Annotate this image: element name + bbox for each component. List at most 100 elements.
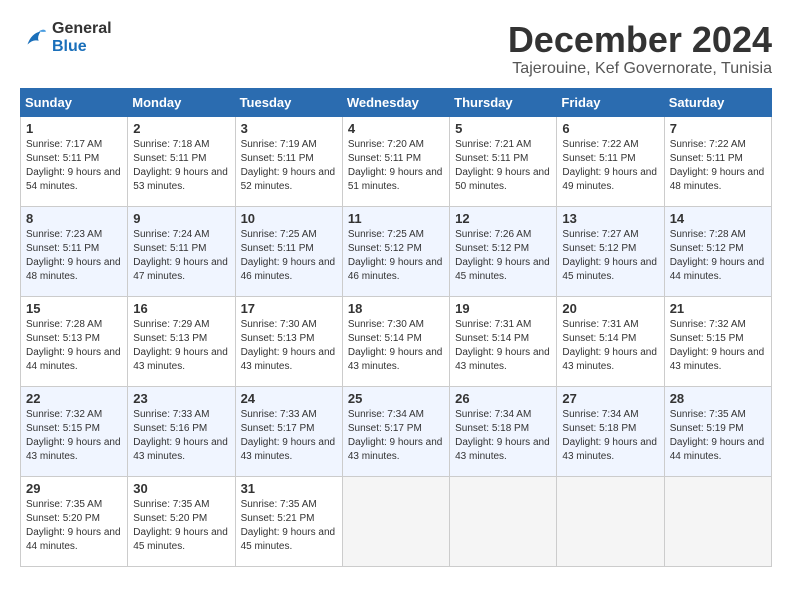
calendar-weekday-header: Thursday — [450, 88, 557, 116]
day-number: 13 — [562, 211, 658, 226]
day-info: Sunrise: 7:18 AM Sunset: 5:11 PM Dayligh… — [133, 138, 229, 194]
day-info: Sunrise: 7:34 AM Sunset: 5:17 PM Dayligh… — [348, 408, 444, 464]
day-number: 21 — [670, 301, 766, 316]
calendar-day-cell: 10 Sunrise: 7:25 AM Sunset: 5:11 PM Dayl… — [235, 206, 342, 296]
calendar-day-cell: 23 Sunrise: 7:33 AM Sunset: 5:16 PM Dayl… — [128, 386, 235, 476]
page-header: General Blue December 2024 Tajerouine, K… — [20, 20, 772, 78]
day-info: Sunrise: 7:17 AM Sunset: 5:11 PM Dayligh… — [26, 138, 122, 194]
calendar-day-cell: 17 Sunrise: 7:30 AM Sunset: 5:13 PM Dayl… — [235, 296, 342, 386]
month-title: December 2024 — [508, 20, 772, 60]
logo: General Blue — [20, 20, 112, 55]
calendar-day-cell: 16 Sunrise: 7:29 AM Sunset: 5:13 PM Dayl… — [128, 296, 235, 386]
day-info: Sunrise: 7:31 AM Sunset: 5:14 PM Dayligh… — [562, 318, 658, 374]
day-info: Sunrise: 7:25 AM Sunset: 5:12 PM Dayligh… — [348, 228, 444, 284]
calendar-day-cell: 27 Sunrise: 7:34 AM Sunset: 5:18 PM Dayl… — [557, 386, 664, 476]
calendar-day-cell: 21 Sunrise: 7:32 AM Sunset: 5:15 PM Dayl… — [664, 296, 771, 386]
day-info: Sunrise: 7:28 AM Sunset: 5:12 PM Dayligh… — [670, 228, 766, 284]
calendar-weekday-header: Monday — [128, 88, 235, 116]
day-number: 19 — [455, 301, 551, 316]
calendar-week-row: 15 Sunrise: 7:28 AM Sunset: 5:13 PM Dayl… — [21, 296, 772, 386]
day-number: 20 — [562, 301, 658, 316]
calendar-day-cell — [664, 476, 771, 566]
day-info: Sunrise: 7:35 AM Sunset: 5:19 PM Dayligh… — [670, 408, 766, 464]
day-number: 31 — [241, 481, 337, 496]
day-number: 14 — [670, 211, 766, 226]
day-number: 25 — [348, 391, 444, 406]
calendar-day-cell: 4 Sunrise: 7:20 AM Sunset: 5:11 PM Dayli… — [342, 116, 449, 206]
day-info: Sunrise: 7:33 AM Sunset: 5:16 PM Dayligh… — [133, 408, 229, 464]
calendar-day-cell: 28 Sunrise: 7:35 AM Sunset: 5:19 PM Dayl… — [664, 386, 771, 476]
day-number: 18 — [348, 301, 444, 316]
calendar-day-cell: 9 Sunrise: 7:24 AM Sunset: 5:11 PM Dayli… — [128, 206, 235, 296]
calendar-day-cell: 25 Sunrise: 7:34 AM Sunset: 5:17 PM Dayl… — [342, 386, 449, 476]
day-info: Sunrise: 7:34 AM Sunset: 5:18 PM Dayligh… — [562, 408, 658, 464]
calendar-day-cell: 15 Sunrise: 7:28 AM Sunset: 5:13 PM Dayl… — [21, 296, 128, 386]
location-subtitle: Tajerouine, Kef Governorate, Tunisia — [508, 60, 772, 78]
calendar-day-cell: 30 Sunrise: 7:35 AM Sunset: 5:20 PM Dayl… — [128, 476, 235, 566]
calendar-day-cell: 14 Sunrise: 7:28 AM Sunset: 5:12 PM Dayl… — [664, 206, 771, 296]
day-number: 6 — [562, 121, 658, 136]
day-number: 12 — [455, 211, 551, 226]
logo-blue: Blue — [52, 38, 112, 56]
calendar-weekday-header: Saturday — [664, 88, 771, 116]
calendar-week-row: 29 Sunrise: 7:35 AM Sunset: 5:20 PM Dayl… — [21, 476, 772, 566]
day-info: Sunrise: 7:23 AM Sunset: 5:11 PM Dayligh… — [26, 228, 122, 284]
day-info: Sunrise: 7:27 AM Sunset: 5:12 PM Dayligh… — [562, 228, 658, 284]
calendar-day-cell: 20 Sunrise: 7:31 AM Sunset: 5:14 PM Dayl… — [557, 296, 664, 386]
day-info: Sunrise: 7:19 AM Sunset: 5:11 PM Dayligh… — [241, 138, 337, 194]
calendar-day-cell: 2 Sunrise: 7:18 AM Sunset: 5:11 PM Dayli… — [128, 116, 235, 206]
calendar-day-cell — [342, 476, 449, 566]
calendar-day-cell — [450, 476, 557, 566]
day-info: Sunrise: 7:30 AM Sunset: 5:13 PM Dayligh… — [241, 318, 337, 374]
day-number: 8 — [26, 211, 122, 226]
calendar-weekday-header: Wednesday — [342, 88, 449, 116]
calendar-day-cell: 18 Sunrise: 7:30 AM Sunset: 5:14 PM Dayl… — [342, 296, 449, 386]
day-info: Sunrise: 7:32 AM Sunset: 5:15 PM Dayligh… — [670, 318, 766, 374]
calendar-day-cell: 31 Sunrise: 7:35 AM Sunset: 5:21 PM Dayl… — [235, 476, 342, 566]
calendar-table: SundayMondayTuesdayWednesdayThursdayFrid… — [20, 88, 772, 567]
day-number: 30 — [133, 481, 229, 496]
calendar-day-cell: 29 Sunrise: 7:35 AM Sunset: 5:20 PM Dayl… — [21, 476, 128, 566]
calendar-day-cell: 8 Sunrise: 7:23 AM Sunset: 5:11 PM Dayli… — [21, 206, 128, 296]
day-info: Sunrise: 7:22 AM Sunset: 5:11 PM Dayligh… — [670, 138, 766, 194]
day-number: 29 — [26, 481, 122, 496]
calendar-day-cell: 26 Sunrise: 7:34 AM Sunset: 5:18 PM Dayl… — [450, 386, 557, 476]
day-info: Sunrise: 7:25 AM Sunset: 5:11 PM Dayligh… — [241, 228, 337, 284]
day-info: Sunrise: 7:35 AM Sunset: 5:20 PM Dayligh… — [26, 498, 122, 554]
day-number: 28 — [670, 391, 766, 406]
day-number: 22 — [26, 391, 122, 406]
title-area: December 2024 Tajerouine, Kef Governorat… — [508, 20, 772, 78]
calendar-day-cell: 7 Sunrise: 7:22 AM Sunset: 5:11 PM Dayli… — [664, 116, 771, 206]
day-info: Sunrise: 7:35 AM Sunset: 5:20 PM Dayligh… — [133, 498, 229, 554]
day-info: Sunrise: 7:20 AM Sunset: 5:11 PM Dayligh… — [348, 138, 444, 194]
day-info: Sunrise: 7:28 AM Sunset: 5:13 PM Dayligh… — [26, 318, 122, 374]
day-info: Sunrise: 7:34 AM Sunset: 5:18 PM Dayligh… — [455, 408, 551, 464]
calendar-day-cell: 11 Sunrise: 7:25 AM Sunset: 5:12 PM Dayl… — [342, 206, 449, 296]
logo-bird-icon — [20, 24, 48, 52]
calendar-day-cell: 13 Sunrise: 7:27 AM Sunset: 5:12 PM Dayl… — [557, 206, 664, 296]
day-number: 9 — [133, 211, 229, 226]
day-number: 1 — [26, 121, 122, 136]
logo-general: General — [52, 20, 112, 38]
calendar-day-cell: 22 Sunrise: 7:32 AM Sunset: 5:15 PM Dayl… — [21, 386, 128, 476]
day-info: Sunrise: 7:35 AM Sunset: 5:21 PM Dayligh… — [241, 498, 337, 554]
day-number: 23 — [133, 391, 229, 406]
day-number: 16 — [133, 301, 229, 316]
calendar-week-row: 1 Sunrise: 7:17 AM Sunset: 5:11 PM Dayli… — [21, 116, 772, 206]
calendar-day-cell: 19 Sunrise: 7:31 AM Sunset: 5:14 PM Dayl… — [450, 296, 557, 386]
day-info: Sunrise: 7:22 AM Sunset: 5:11 PM Dayligh… — [562, 138, 658, 194]
day-number: 10 — [241, 211, 337, 226]
day-info: Sunrise: 7:24 AM Sunset: 5:11 PM Dayligh… — [133, 228, 229, 284]
calendar-week-row: 22 Sunrise: 7:32 AM Sunset: 5:15 PM Dayl… — [21, 386, 772, 476]
day-number: 26 — [455, 391, 551, 406]
calendar-weekday-header: Tuesday — [235, 88, 342, 116]
day-info: Sunrise: 7:32 AM Sunset: 5:15 PM Dayligh… — [26, 408, 122, 464]
day-number: 24 — [241, 391, 337, 406]
calendar-weekday-header: Friday — [557, 88, 664, 116]
day-number: 17 — [241, 301, 337, 316]
calendar-day-cell: 3 Sunrise: 7:19 AM Sunset: 5:11 PM Dayli… — [235, 116, 342, 206]
day-number: 7 — [670, 121, 766, 136]
day-number: 15 — [26, 301, 122, 316]
day-info: Sunrise: 7:33 AM Sunset: 5:17 PM Dayligh… — [241, 408, 337, 464]
calendar-day-cell: 5 Sunrise: 7:21 AM Sunset: 5:11 PM Dayli… — [450, 116, 557, 206]
